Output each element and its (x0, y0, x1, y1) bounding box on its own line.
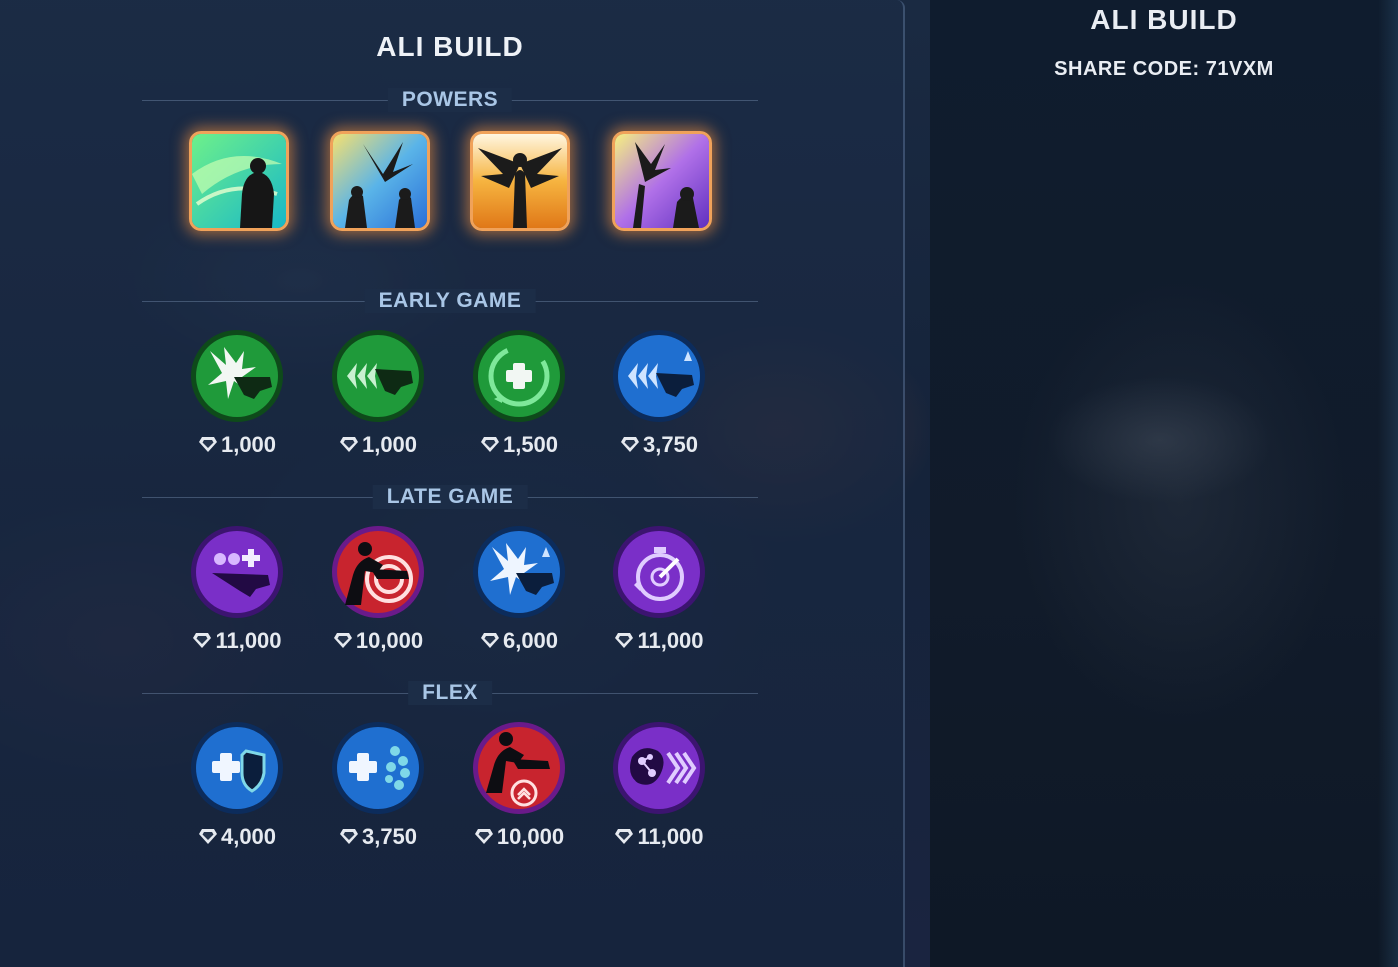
item-cost: 11,000 (167, 628, 307, 654)
burst-ammo-icon (473, 526, 565, 618)
item-cost: 11,000 (589, 628, 729, 654)
edge-glow (1378, 0, 1398, 967)
gem-currency-icon (198, 829, 217, 844)
late-item-2[interactable]: 10,000 (328, 525, 428, 655)
item-ring (331, 721, 425, 815)
cost-value: 1,500 (502, 432, 559, 457)
item-ring (190, 329, 284, 423)
section-header-late-game: LATE GAME (142, 485, 758, 509)
item-cost: 1,000 (167, 432, 307, 458)
item-ring (472, 525, 566, 619)
flex-item-3[interactable]: 10,000 (469, 721, 569, 851)
section-header-flex: FLEX (142, 681, 758, 705)
staff-strike-power-icon (615, 134, 709, 228)
item-cost: 10,000 (308, 628, 448, 654)
item-ring (331, 329, 425, 423)
item-cost: 1,500 (449, 432, 589, 458)
power-slot-1[interactable] (189, 131, 289, 231)
share-code[interactable]: SHARE CODE: 71VXM (930, 58, 1398, 81)
item-cost: 4,000 (167, 824, 307, 850)
item-cost: 11,000 (589, 824, 729, 850)
heal-orb-icon (332, 722, 424, 814)
gem-currency-icon (480, 633, 499, 648)
cost-value: 6,000 (502, 628, 559, 653)
cost-value: 3,750 (361, 824, 418, 849)
section-label-flex: FLEX (408, 681, 492, 705)
item-ring (190, 525, 284, 619)
cost-value: 4,000 (220, 824, 277, 849)
flex-item-2[interactable]: 3,750 (328, 721, 428, 851)
cost-value: 1,000 (220, 432, 277, 457)
item-cost: 3,750 (308, 824, 448, 850)
molecule-speed-icon (613, 722, 705, 814)
build-summary-pane: ALI BUILD SHARE CODE: 71VXM (930, 0, 1398, 967)
item-ring (190, 721, 284, 815)
power-slot-3[interactable] (470, 131, 570, 231)
cost-value: 10,000 (355, 628, 424, 653)
item-cost: 1,000 (308, 432, 448, 458)
item-ring (331, 525, 425, 619)
heal-cycle-icon (473, 330, 565, 422)
item-cost: 10,000 (449, 824, 589, 850)
late-item-3[interactable]: 6,000 (469, 525, 569, 655)
gem-currency-icon (339, 829, 358, 844)
early-item-3[interactable]: 1,500 (469, 329, 569, 459)
gem-currency-icon (620, 437, 639, 452)
gem-currency-icon (193, 633, 212, 648)
cost-value: 3,750 (642, 432, 699, 457)
gem-currency-icon (615, 829, 634, 844)
power-slot-2[interactable] (330, 131, 430, 231)
gem-currency-icon (480, 437, 499, 452)
cost-value: 11,000 (215, 628, 282, 653)
item-cost: 6,000 (449, 628, 589, 654)
early-item-2[interactable]: 1,000 (328, 329, 428, 459)
gem-currency-icon (333, 633, 352, 648)
winged-dive-power-icon (333, 134, 427, 228)
section-label-late-game: LATE GAME (372, 485, 528, 509)
gem-currency-icon (615, 633, 634, 648)
swirl-strike-power-icon (192, 134, 286, 228)
item-cost: 3,750 (589, 432, 729, 458)
burst-blaster-icon (191, 330, 283, 422)
build-panel (0, 0, 905, 967)
team-heal-blaster-icon (191, 526, 283, 618)
cost-value: 1,000 (361, 432, 418, 457)
rapid-fire-blaster-icon (332, 330, 424, 422)
summary-title: ALI BUILD (1090, 4, 1238, 35)
gem-currency-icon (339, 437, 358, 452)
angel-wings-power-icon (473, 134, 567, 228)
flex-item-4[interactable]: 11,000 (609, 721, 709, 851)
section-label-powers: POWERS (387, 88, 513, 112)
runner-boost-icon (473, 722, 565, 814)
section-label-early-game: EARLY GAME (364, 289, 536, 313)
item-ring (612, 525, 706, 619)
rapid-fire-ammo-icon (613, 330, 705, 422)
cost-value: 11,000 (637, 824, 704, 849)
early-item-1[interactable]: 1,000 (187, 329, 287, 459)
cost-value: 10,000 (496, 824, 565, 849)
stopwatch-target-icon (613, 526, 705, 618)
cost-value: 11,000 (637, 628, 704, 653)
flex-item-1[interactable]: 4,000 (187, 721, 287, 851)
section-header-early-game: EARLY GAME (142, 289, 758, 313)
power-slot-4[interactable] (612, 131, 712, 231)
item-ring (472, 329, 566, 423)
item-ring (612, 721, 706, 815)
gem-currency-icon (198, 437, 217, 452)
early-item-4[interactable]: 3,750 (609, 329, 709, 459)
heal-shield-icon (191, 722, 283, 814)
build-title: ALI BUILD (376, 31, 524, 62)
late-item-1[interactable]: 11,000 (187, 525, 287, 655)
item-ring (472, 721, 566, 815)
late-item-4[interactable]: 11,000 (609, 525, 709, 655)
gem-currency-icon (474, 829, 493, 844)
runner-target-icon (332, 526, 424, 618)
section-header-powers: POWERS (142, 88, 758, 112)
item-ring (612, 329, 706, 423)
